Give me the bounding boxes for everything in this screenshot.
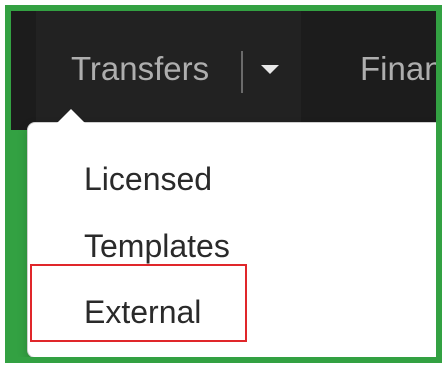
nav-separator xyxy=(241,51,243,93)
nav-item-transfers-label[interactable]: Transfers xyxy=(71,49,209,89)
menu-item-templates[interactable]: Templates xyxy=(84,227,230,265)
menu-item-licensed[interactable]: Licensed xyxy=(84,160,212,198)
highlight-box-external xyxy=(30,264,247,342)
nav-item-finance-label[interactable]: Finan xyxy=(360,49,436,89)
caret-down-icon[interactable] xyxy=(261,65,279,74)
dropdown-pointer-arrow xyxy=(57,109,85,123)
